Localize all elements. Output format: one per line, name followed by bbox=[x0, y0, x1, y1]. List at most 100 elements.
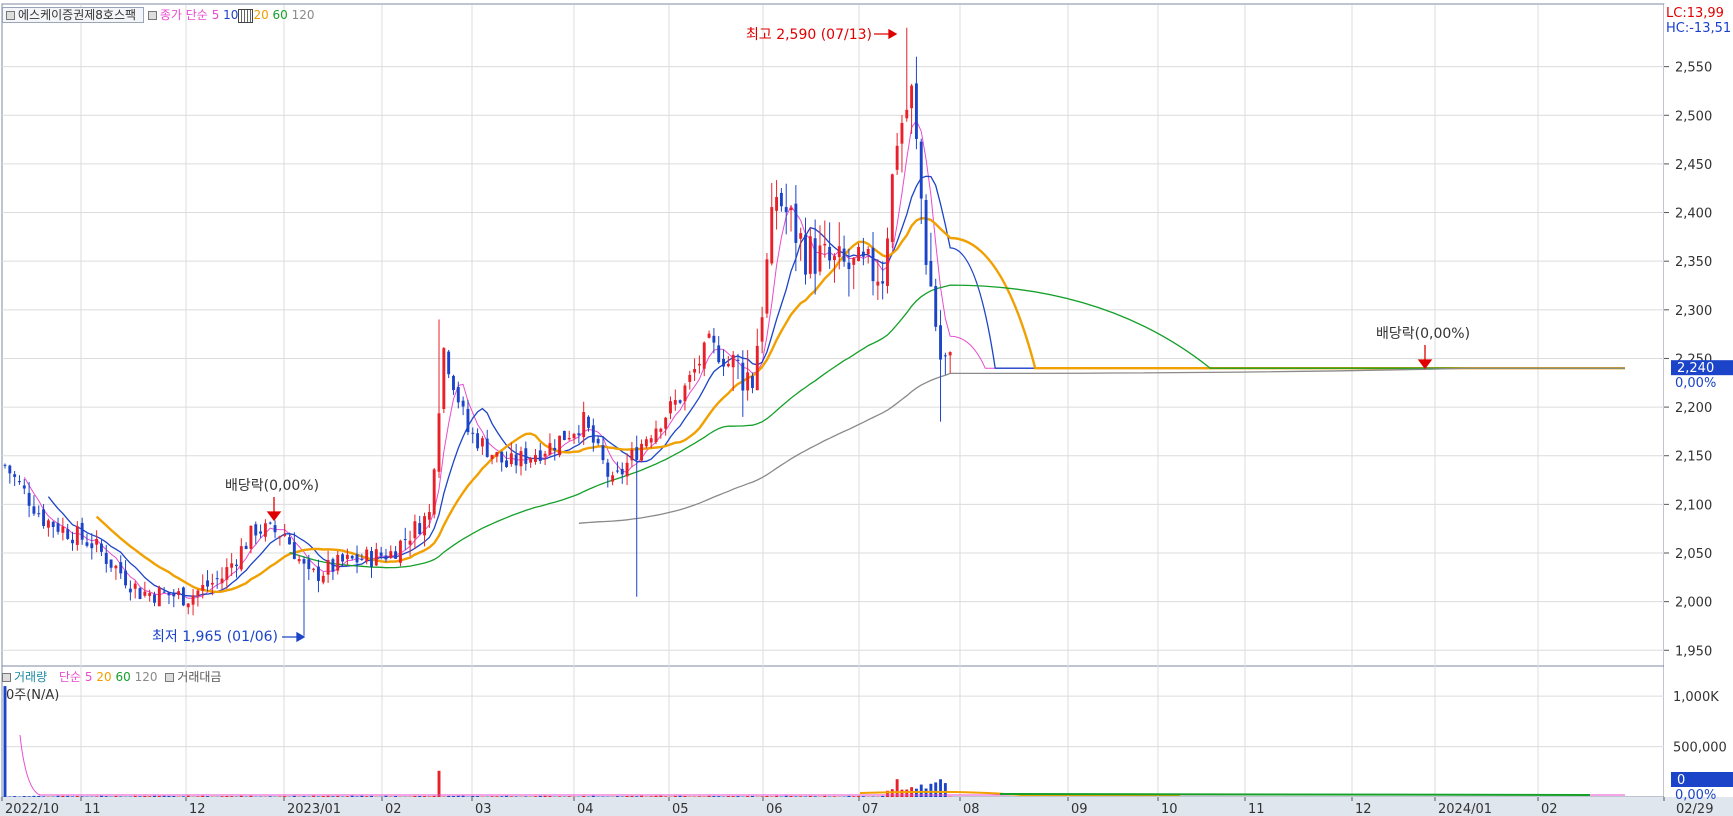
candle-body bbox=[128, 588, 132, 593]
candle-body bbox=[13, 474, 17, 477]
candle-body bbox=[331, 559, 335, 572]
ma20-period[interactable]: 20 bbox=[253, 8, 268, 22]
volume-bar bbox=[394, 796, 398, 797]
volume-ma-label[interactable]: 단순 bbox=[59, 670, 81, 684]
candle-body bbox=[452, 375, 455, 391]
candle-body bbox=[673, 400, 677, 405]
candle-body bbox=[75, 526, 79, 545]
volume-bar bbox=[794, 796, 798, 797]
candle-body bbox=[370, 550, 373, 567]
candle-body bbox=[842, 248, 846, 262]
vol-ma60-period[interactable]: 60 bbox=[115, 670, 130, 684]
price-ma-label[interactable]: 종가 단순 bbox=[160, 8, 208, 22]
candle-body bbox=[582, 412, 586, 438]
volume-label[interactable]: 거래량 bbox=[14, 670, 47, 684]
candle-body bbox=[466, 408, 470, 433]
candle-body bbox=[577, 433, 581, 436]
candle-body bbox=[61, 526, 65, 533]
candle-body bbox=[500, 451, 504, 463]
candle-body bbox=[181, 587, 185, 606]
volume-bar bbox=[678, 795, 682, 797]
candle-body bbox=[485, 438, 489, 457]
stock-chart-canvas[interactable]: 2022/10 11 12 2023/01 02 03 04 05 06 07 08 09 10 11 12… bbox=[0, 0, 1733, 816]
volume-bar bbox=[871, 796, 875, 797]
volume-bar bbox=[722, 796, 725, 797]
x-tick-label: 2023/01 bbox=[287, 802, 341, 816]
candle-body bbox=[148, 593, 152, 596]
instrument-name-box[interactable]: 에스케이증권제8호스팩 bbox=[2, 7, 144, 23]
volume-bar bbox=[582, 795, 586, 797]
candle-body bbox=[66, 529, 70, 539]
candle-body bbox=[288, 537, 291, 545]
current-volume-label: 0 bbox=[1677, 773, 1685, 788]
volume-bar bbox=[693, 796, 697, 797]
volume-bar bbox=[789, 796, 793, 797]
volume-bar bbox=[538, 795, 542, 797]
ma120-line bbox=[578, 367, 1625, 524]
candle-body bbox=[341, 554, 345, 562]
volume-bar bbox=[726, 795, 730, 797]
candle-body bbox=[143, 591, 147, 596]
volume-bar bbox=[360, 795, 364, 797]
candle-body bbox=[615, 470, 619, 472]
candle-body bbox=[717, 345, 721, 363]
x-tick-label: 02 bbox=[385, 802, 402, 816]
ma10-period[interactable]: 10 bbox=[223, 8, 238, 22]
candle-body bbox=[196, 590, 200, 597]
candle-body bbox=[606, 462, 610, 477]
candle-body bbox=[85, 542, 89, 546]
ma5-period[interactable]: 5 bbox=[212, 8, 220, 22]
candle-body bbox=[746, 372, 750, 391]
calendar-icon[interactable] bbox=[238, 8, 254, 23]
candle-body bbox=[543, 453, 547, 457]
candle-body bbox=[697, 363, 701, 366]
volume-bar bbox=[832, 796, 836, 797]
candle-body bbox=[230, 563, 234, 568]
x-tick-label: 05 bbox=[672, 802, 689, 816]
volume-bar bbox=[345, 796, 349, 797]
volume-bar bbox=[654, 795, 658, 797]
volume-bar bbox=[418, 796, 422, 797]
price-legend: 에스케이증권제8호스팩 종가 단순 5 10 20 60 120 bbox=[2, 6, 315, 23]
candle-body bbox=[254, 524, 258, 536]
ex-dividend-annotation-1: 배당락(0,00%) bbox=[225, 478, 319, 494]
volume-bar bbox=[775, 795, 779, 797]
candle-body bbox=[635, 447, 639, 460]
vol-ma5-period[interactable]: 5 bbox=[85, 670, 93, 684]
volume-bar bbox=[66, 795, 70, 797]
candle-body bbox=[562, 430, 566, 440]
vol-ma20-period[interactable]: 20 bbox=[96, 670, 111, 684]
candle-body bbox=[408, 540, 412, 545]
vol-ma120-period[interactable]: 120 bbox=[135, 670, 158, 684]
volume-bar bbox=[249, 795, 253, 797]
ma120-period[interactable]: 120 bbox=[292, 8, 315, 22]
candle-body bbox=[398, 540, 402, 563]
candle-body bbox=[442, 348, 446, 410]
volume-bar bbox=[543, 795, 547, 797]
ma60-period[interactable]: 60 bbox=[273, 8, 288, 22]
volume-bar bbox=[587, 796, 590, 797]
candle-body bbox=[866, 249, 870, 255]
candle-body bbox=[693, 368, 697, 373]
hc-readout: HC:-13,51 bbox=[1666, 21, 1732, 36]
candle-body bbox=[32, 506, 36, 514]
volume-bar bbox=[181, 796, 185, 797]
legend-square-icon bbox=[2, 672, 11, 682]
volume-bar bbox=[948, 796, 952, 797]
volume-bar bbox=[683, 796, 687, 797]
trade-value-label[interactable]: 거래대금 bbox=[177, 670, 221, 684]
volume-bar bbox=[8, 796, 12, 797]
candle-body bbox=[905, 109, 909, 119]
candle-body bbox=[514, 454, 518, 466]
candle-body bbox=[80, 522, 84, 540]
candle-body bbox=[519, 451, 523, 467]
candle-body bbox=[529, 457, 533, 463]
volume-bar bbox=[432, 795, 436, 797]
volume-bar bbox=[32, 795, 36, 797]
volume-bar bbox=[509, 796, 513, 797]
candle-body bbox=[365, 549, 369, 562]
volume-bar bbox=[413, 795, 417, 797]
y-tick-label: 2,200 bbox=[1675, 401, 1712, 416]
volume-bar bbox=[162, 795, 166, 797]
candle-body bbox=[847, 262, 851, 270]
